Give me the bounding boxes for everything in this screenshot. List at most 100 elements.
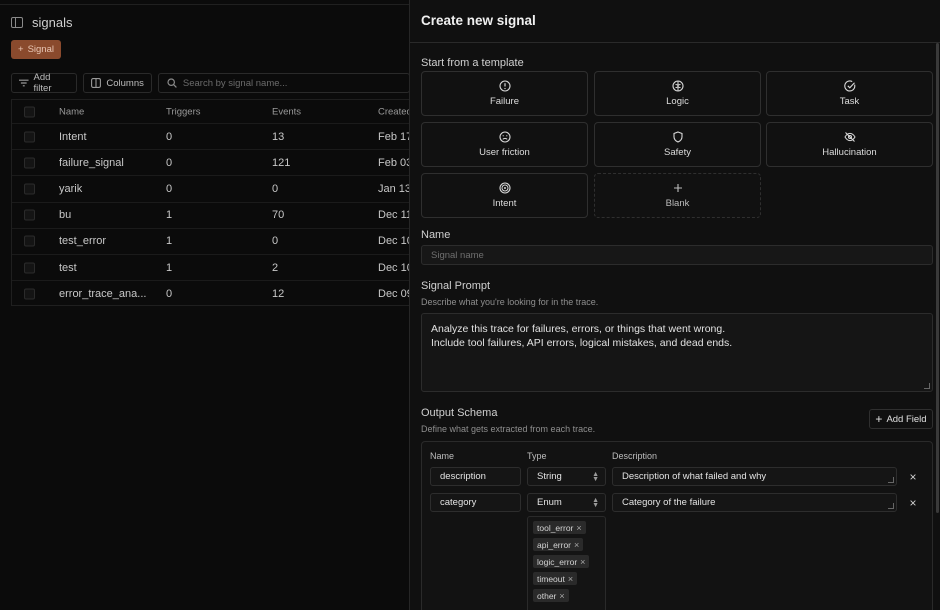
add-field-label: Add Field <box>886 413 927 425</box>
add-field-button[interactable]: + Add Field <box>869 409 933 429</box>
field-name-input[interactable]: category <box>430 493 521 512</box>
enum-chip: tool_error × <box>533 521 586 534</box>
new-signal-button[interactable]: + Signal <box>11 40 61 59</box>
columns-label: Columns <box>106 77 144 89</box>
template-hallucination[interactable]: Hallucination <box>766 122 933 167</box>
panel-scrollbar[interactable] <box>936 43 939 513</box>
column-header-created[interactable]: Created <box>378 106 412 117</box>
signal-events: 12 <box>272 288 285 301</box>
field-description-input[interactable]: Description of what failed and why <box>612 467 897 486</box>
name-label: Name <box>421 229 451 241</box>
signals-app: signals + Signal Add filter Columns Sear… <box>0 0 415 610</box>
template-section-label: Start from a template <box>421 57 524 69</box>
plus-icon: + <box>875 412 883 426</box>
resize-handle-icon[interactable] <box>924 383 930 389</box>
row-checkbox[interactable] <box>24 183 35 195</box>
signal-events: 0 <box>272 235 279 248</box>
signal-name: Intent <box>59 130 87 143</box>
resize-handle-icon[interactable] <box>888 477 894 483</box>
row-checkbox[interactable] <box>24 209 35 221</box>
signal-created: Dec 10 <box>378 261 413 274</box>
alert-circle-icon <box>498 80 511 92</box>
enum-chip-label: logic_error <box>537 556 578 567</box>
field-name-input[interactable]: description <box>430 467 521 486</box>
template-intent[interactable]: Intent <box>421 173 588 218</box>
signal-created: Dec 09 <box>378 288 413 301</box>
table-row[interactable]: error_trace_ana... 0 12 Dec 09 <box>12 281 413 307</box>
template-label: Intent <box>492 198 517 209</box>
prompt-line: Include tool failures, API errors, logic… <box>431 337 733 349</box>
column-header-triggers[interactable]: Triggers <box>166 106 201 117</box>
row-checkbox[interactable] <box>24 288 35 300</box>
signal-triggers: 1 <box>166 261 173 274</box>
signal-triggers: 0 <box>166 156 173 169</box>
signal-prompt-label: Signal Prompt <box>421 280 491 292</box>
sidebar-toggle-icon[interactable] <box>11 16 23 28</box>
signal-name: test <box>59 261 77 274</box>
resize-handle-icon[interactable] <box>888 503 894 509</box>
remove-enum-icon[interactable]: × <box>574 540 579 550</box>
remove-enum-icon[interactable]: × <box>576 523 581 533</box>
table-row[interactable]: yarik 0 0 Jan 13, <box>12 176 414 203</box>
schema-header-name: Name <box>430 451 455 461</box>
signal-events: 70 <box>272 209 285 222</box>
template-task[interactable]: Task <box>766 71 933 116</box>
plus-icon: + <box>18 44 24 55</box>
column-header-name[interactable]: Name <box>59 106 84 117</box>
template-label: User friction <box>479 147 530 158</box>
template-safety[interactable]: Safety <box>594 122 761 167</box>
output-schema-label: Output Schema <box>421 407 498 419</box>
enum-chip: other × <box>533 589 569 602</box>
field-type-select[interactable]: String ▲ ▼ <box>527 467 606 486</box>
eye-off-icon <box>843 132 856 142</box>
template-user-friction[interactable]: User friction <box>421 122 588 167</box>
enum-values-box: tool_error × api_error × logic_error × t… <box>527 516 606 610</box>
output-schema-description: Define what gets extracted from each tra… <box>421 424 596 434</box>
table-row[interactable]: test_error 1 0 Dec 10 <box>12 229 413 255</box>
top-divider <box>0 4 410 5</box>
row-checkbox[interactable] <box>24 157 35 169</box>
template-failure[interactable]: Failure <box>421 71 588 116</box>
select-all-checkbox[interactable] <box>24 106 35 117</box>
schema-header-type: Type <box>527 451 547 461</box>
signal-name: error_trace_ana... <box>59 288 147 301</box>
brain-icon <box>671 80 684 92</box>
template-blank[interactable]: Blank <box>594 173 761 218</box>
table-row[interactable]: test 1 2 Dec 10 <box>12 255 413 282</box>
table-row[interactable]: Intent 0 13 Feb 17, <box>12 124 415 151</box>
columns-icon <box>91 78 102 88</box>
field-type-select[interactable]: Enum ▲ ▼ <box>527 493 606 512</box>
signal-name: yarik <box>59 182 83 195</box>
prompt-line: Analyze this trace for failures, errors,… <box>431 323 726 335</box>
row-checkbox[interactable] <box>24 235 35 247</box>
field-type-value: Enum <box>537 497 562 508</box>
remove-enum-icon[interactable]: × <box>559 591 564 601</box>
chevron-up-down-icon: ▲ ▼ <box>592 470 599 483</box>
signal-name-input[interactable]: Signal name <box>421 245 933 265</box>
row-checkbox[interactable] <box>24 262 35 274</box>
search-input[interactable]: Search by signal name... <box>157 73 410 93</box>
signal-name-placeholder: Signal name <box>431 249 484 261</box>
table-row[interactable]: failure_signal 0 121 Feb 03 <box>12 150 413 177</box>
field-description-value: Description of what failed and why <box>622 471 767 482</box>
column-header-events[interactable]: Events <box>272 106 301 117</box>
table-row[interactable]: bu 1 70 Dec 11, <box>12 203 415 229</box>
remove-enum-icon[interactable]: × <box>580 557 585 567</box>
check-circle-icon <box>843 80 855 92</box>
remove-field-icon[interactable]: × <box>908 497 918 509</box>
remove-field-icon[interactable]: × <box>908 471 918 483</box>
signal-created: Dec 10 <box>378 235 413 248</box>
template-logic[interactable]: Logic <box>594 71 761 116</box>
signal-name: failure_signal <box>59 156 124 169</box>
signal-prompt-textarea[interactable]: Analyze this trace for failures, errors,… <box>421 313 933 392</box>
page-title: signals <box>32 14 73 30</box>
enum-chip-label: api_error <box>537 539 572 550</box>
remove-enum-icon[interactable]: × <box>568 574 573 584</box>
signal-triggers: 1 <box>166 235 173 248</box>
table-header-row: Name Triggers Events Created <box>12 100 412 124</box>
columns-button[interactable]: Columns <box>83 73 152 93</box>
add-filter-button[interactable]: Add filter <box>11 72 78 94</box>
field-description-input[interactable]: Category of the failure <box>612 493 897 512</box>
row-checkbox[interactable] <box>24 131 35 143</box>
signal-created: Feb 03 <box>378 156 413 169</box>
